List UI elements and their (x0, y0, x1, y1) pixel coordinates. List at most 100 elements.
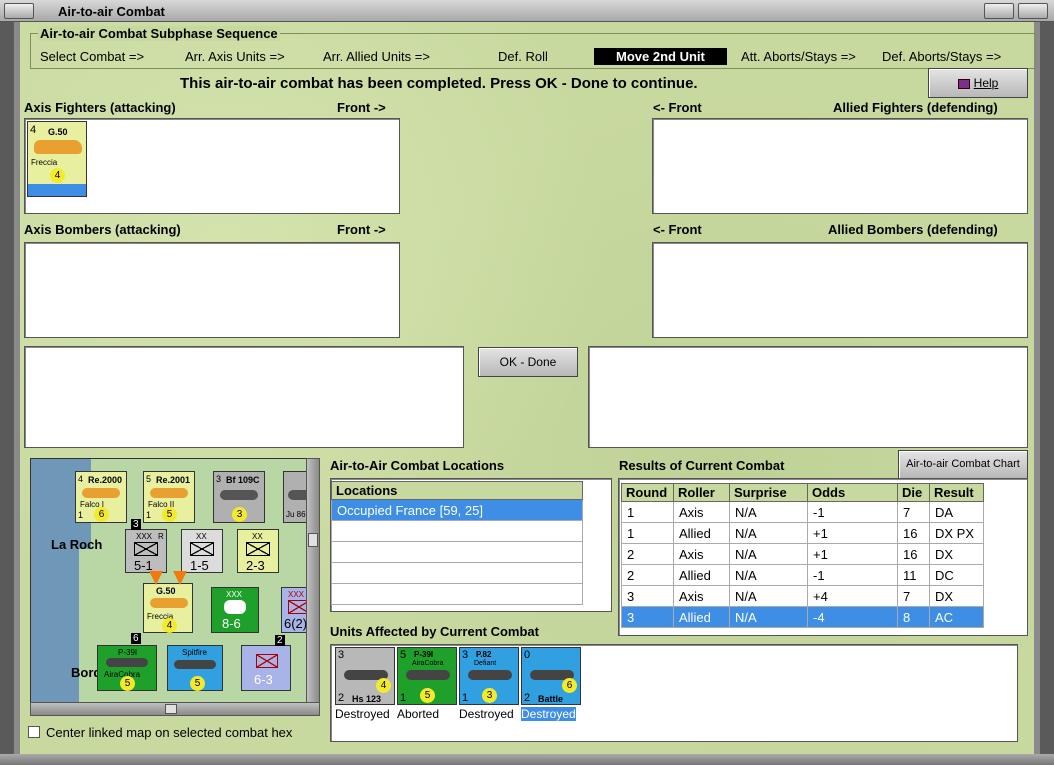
linked-map[interactable]: La Roch Bord 4 Re.2000 Falco I 1 6 5 Re.… (30, 458, 314, 704)
allied-bombers-label: Allied Bombers (defending) (828, 222, 998, 237)
result-row[interactable]: 1 Axis N/A -1 7 DA (621, 501, 984, 523)
map-unit-p39[interactable]: P-39I AiraCobra 5 (97, 645, 157, 691)
allied-result-box[interactable] (588, 346, 1028, 448)
map-marker-6-3[interactable]: 6-3 (241, 645, 291, 691)
result-row[interactable]: 2 Allied N/A -1 11 DC (621, 564, 984, 586)
col-odds: Odds (807, 483, 898, 502)
re2000-plane-icon (82, 488, 120, 498)
map-horizontal-thumb[interactable] (165, 704, 177, 714)
result-cell: DX (929, 543, 984, 565)
result-cell: Allied (673, 606, 730, 628)
col-die: Die (897, 483, 930, 502)
combat-chart-button[interactable]: Air-to-air Combat Chart (898, 450, 1028, 479)
result-row[interactable]: 2 Axis N/A +1 16 DX (621, 543, 984, 565)
affected-units-panel[interactable]: 3 2 Hs 123 4 Destroyed 5 P-39I AiraCobra 1 5 Abort… (330, 644, 1018, 742)
result-cell: DX (929, 585, 984, 607)
axis-fighter-counter[interactable]: 4 G.50 Freccia 4 (27, 121, 87, 197)
center-map-checkbox[interactable] (28, 726, 40, 738)
results-title: Results of Current Combat (619, 458, 785, 473)
map-stack-count-6: 6 (131, 633, 141, 644)
map-unit-g50[interactable]: G.50 Freccia 4 (143, 583, 193, 633)
result-row[interactable]: 3 Axis N/A +4 7 DX (621, 585, 984, 607)
axis-bombers-label: Axis Bombers (attacking) (24, 222, 181, 237)
result-cell: N/A (729, 564, 808, 586)
red-unit-symbol-icon-2 (256, 654, 278, 668)
g50-plane-icon (34, 140, 82, 154)
spitfire-plane-icon (174, 660, 216, 669)
help-button[interactable]: Help (928, 68, 1028, 98)
seq-step-arr-axis: Arr. Axis Units => (185, 49, 285, 64)
axis-bombers-front-label: Front -> (337, 222, 386, 237)
result-cell: N/A (729, 606, 808, 628)
locations-list[interactable]: Locations Occupied France [59, 25] (330, 478, 612, 612)
re2001-plane-icon (150, 488, 188, 498)
result-cell: 3 (621, 606, 674, 628)
allied-bombers-box[interactable] (652, 242, 1028, 338)
map-vertical-scrollbar-track[interactable] (306, 458, 320, 704)
result-cell: Allied (673, 522, 730, 544)
col-round: Round (621, 483, 674, 502)
map-horizontal-scrollbar[interactable] (30, 702, 320, 716)
result-cell: -1 (807, 501, 898, 523)
result-row[interactable]: 3 Allied N/A -4 8 AC (621, 606, 984, 628)
center-map-checkbox-label: Center linked map on selected combat hex (46, 725, 293, 740)
location-row-empty (331, 520, 583, 542)
map-unit-re2001[interactable]: 5 Re.2001 Falco II 1 5 (143, 471, 195, 523)
result-cell: +1 (807, 543, 898, 565)
location-row-empty (331, 583, 583, 605)
map-unit-re2000[interactable]: 4 Re.2000 Falco I 1 6 (75, 471, 127, 523)
axis-fighters-box[interactable]: 4 G.50 Freccia 4 (24, 118, 400, 214)
result-cell: +4 (807, 585, 898, 607)
result-cell: AC (929, 606, 984, 628)
axis-bombers-box[interactable] (24, 242, 400, 338)
title-bar[interactable]: Air-to-air Combat (0, 0, 1054, 22)
col-result: Result (929, 483, 984, 502)
map-marker-xx-1-5[interactable]: XX 1-5 (181, 529, 223, 573)
affected-unit-status: Destroyed (335, 707, 390, 721)
result-cell: -1 (807, 564, 898, 586)
status-message: This air-to-air combat has been complete… (180, 75, 698, 92)
bottom-status-bar (0, 754, 1054, 765)
ok-done-button[interactable]: OK - Done (478, 347, 578, 377)
affected-unit-counter[interactable]: 3 P.82 Defiant 1 3 (459, 647, 519, 705)
map-vertical-thumb[interactable] (308, 533, 318, 547)
axis-fighters-front-label: Front -> (337, 100, 386, 115)
result-cell: 7 (897, 501, 930, 523)
window-title: Air-to-air Combat (58, 4, 165, 19)
affected-unit-counter[interactable]: 5 P-39I AiraCobra 1 5 (397, 647, 457, 705)
map-marker-armor-8-6[interactable]: XXX 8-6 (211, 587, 259, 633)
axis-result-box[interactable] (24, 346, 464, 448)
col-roller: Roller (673, 483, 730, 502)
affected-unit-status: Aborted (397, 707, 440, 721)
result-cell: DX PX (929, 522, 984, 544)
p39-plane-icon (106, 658, 148, 667)
map-marker-xx-2-3[interactable]: XX 2-3 (237, 529, 279, 573)
result-cell: +1 (807, 522, 898, 544)
map-place-la-roch: La Roch (51, 537, 103, 552)
allied-fighters-front-label: <- Front (653, 100, 702, 115)
infantry-symbol-icon-3 (246, 542, 270, 556)
results-panel[interactable]: Round Roller Surprise Odds Die Result 1A… (618, 478, 1028, 636)
result-row[interactable]: 1 Allied N/A +1 16 DX PX (621, 522, 984, 544)
combat-window: Air-to-air Combat Subphase Sequence Sele… (14, 22, 1040, 754)
close-button[interactable] (1018, 3, 1048, 19)
map-marker-xxx-5-1[interactable]: XXX R 5-1 (125, 529, 167, 573)
affected-unit-counter[interactable]: 0 2 Battle 6 (521, 647, 581, 705)
location-row[interactable]: Occupied France [59, 25] (331, 499, 583, 521)
col-surprise: Surprise (729, 483, 808, 502)
result-cell: N/A (729, 522, 808, 544)
result-cell: -4 (807, 606, 898, 628)
map-unit-bf109c[interactable]: 3 Bf 109C 3 (213, 471, 265, 523)
seq-step-def-aborts: Def. Aborts/Stays => (882, 49, 1002, 64)
result-cell: 16 (897, 522, 930, 544)
result-cell: 2 (621, 564, 674, 586)
affected-unit-counter[interactable]: 3 2 Hs 123 4 (335, 647, 395, 705)
map-unit-spitfire[interactable]: Spitfire 5 (167, 645, 223, 691)
minimize-button[interactable] (984, 3, 1014, 19)
bf109-plane-icon (220, 490, 258, 500)
locations-table: Locations Occupied France [59, 25] (331, 481, 583, 605)
allied-fighters-box[interactable] (652, 118, 1028, 214)
allied-bombers-front-label: <- Front (653, 222, 702, 237)
attack-arrow-icon (149, 571, 163, 585)
system-menu-button[interactable] (4, 3, 34, 19)
